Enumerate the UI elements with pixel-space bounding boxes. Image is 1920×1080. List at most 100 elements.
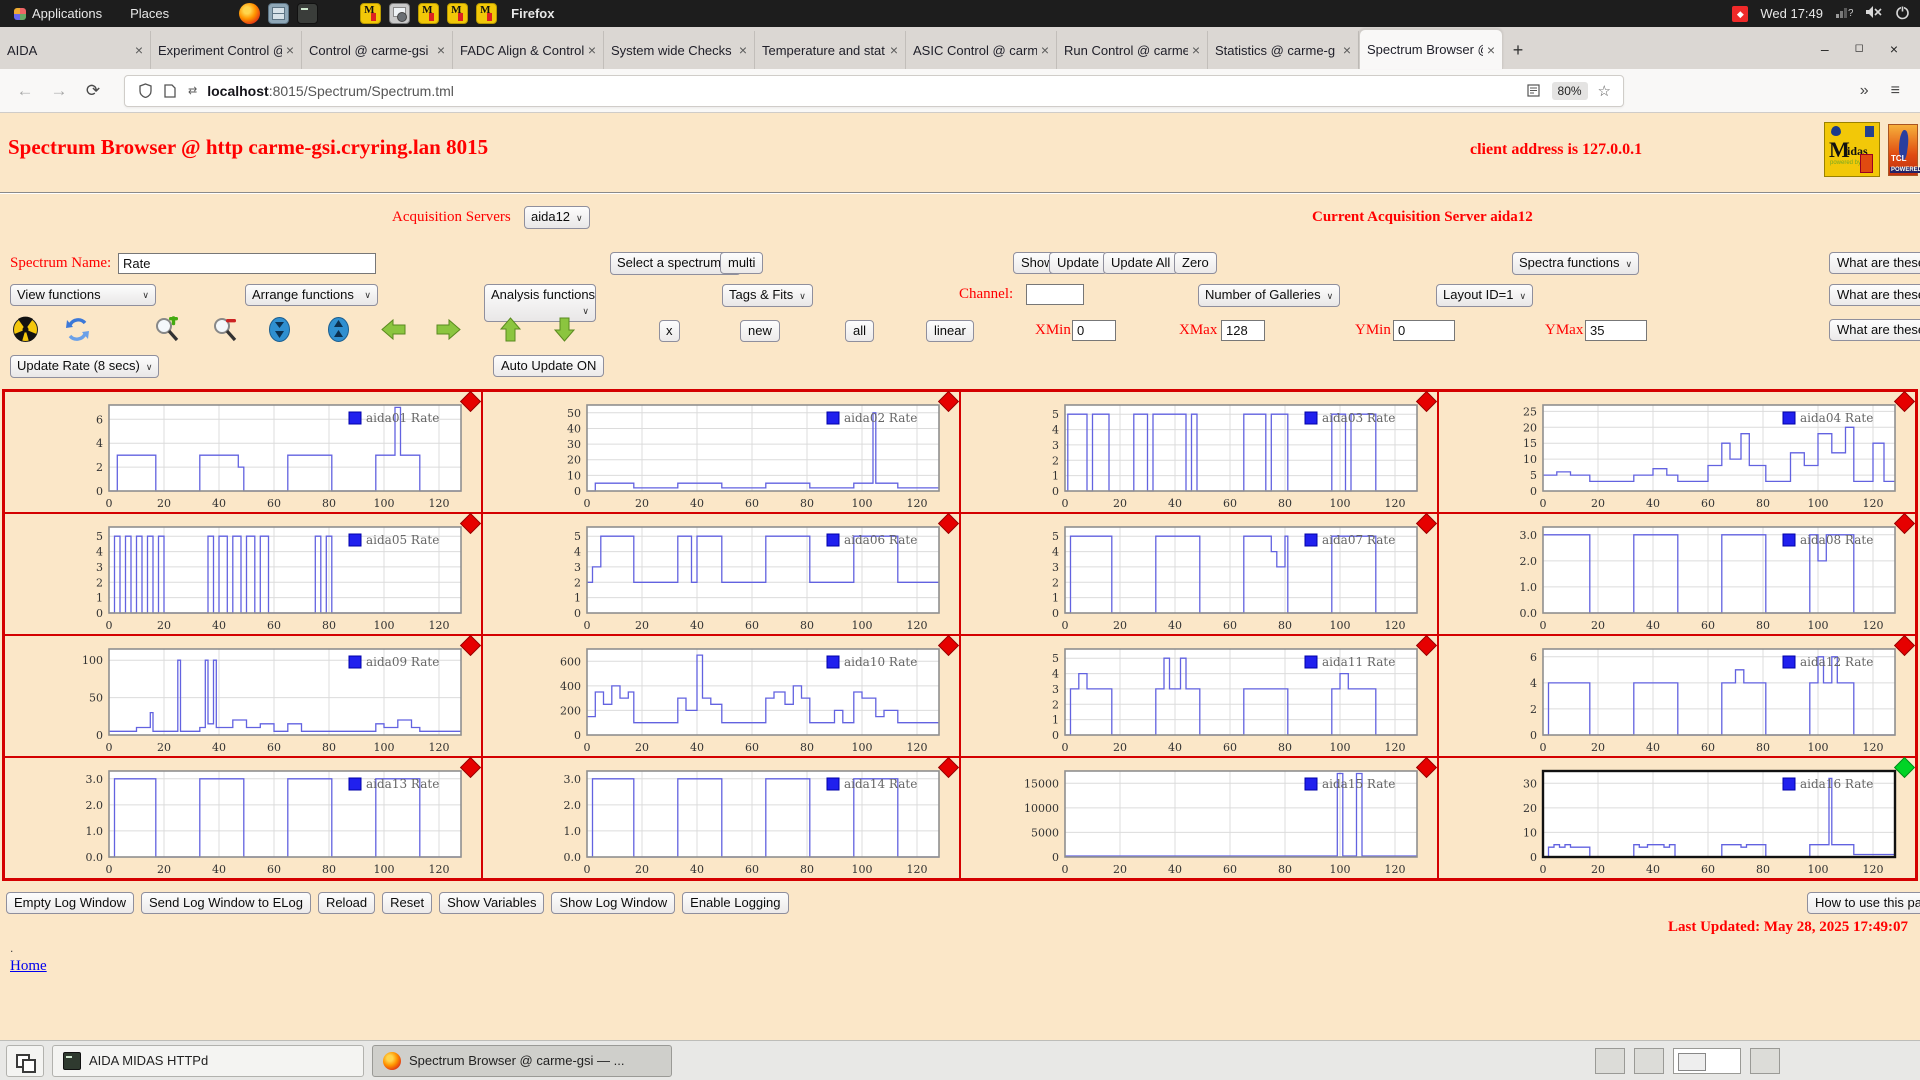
new-tab-button[interactable]: +: [1503, 40, 1533, 69]
what-are-these-button[interactable]: What are these?: [1829, 319, 1920, 341]
log-button[interactable]: Reset: [382, 892, 432, 914]
overflow-chevron-icon[interactable]: »: [1860, 82, 1869, 100]
spectrum-name-input[interactable]: [118, 253, 376, 274]
files-icon[interactable]: [268, 3, 289, 24]
home-link[interactable]: Home: [10, 958, 47, 975]
gallery-cell[interactable]: 020406080100120012345aida07 Rate: [960, 513, 1438, 635]
log-button[interactable]: Show Log Window: [551, 892, 675, 914]
browser-tab[interactable]: Statistics @ carme-g×: [1208, 31, 1359, 69]
xmin-input[interactable]: [1072, 320, 1116, 341]
firefox-icon[interactable]: [239, 3, 260, 24]
notification-icon[interactable]: ◆: [1732, 6, 1748, 22]
tab-close-icon[interactable]: ×: [1041, 42, 1049, 58]
url-text[interactable]: localhost:8015/Spectrum/Spectrum.tml: [207, 83, 1520, 99]
menu-icon[interactable]: ≡: [1891, 82, 1900, 100]
expand-y-icon[interactable]: [325, 316, 352, 343]
how-to-use-button[interactable]: How to use this page: [1807, 892, 1920, 914]
taskbar-window-spectrum-browser[interactable]: Spectrum Browser @ carme-gsi — ...: [372, 1045, 672, 1077]
volume-muted-icon[interactable]: [1865, 5, 1883, 22]
workspace-cell[interactable]: [1595, 1048, 1625, 1074]
pan-right-icon[interactable]: [435, 316, 462, 343]
x-axis-button[interactable]: x: [659, 320, 680, 342]
gallery-cell[interactable]: 0204060801001200246aida01 Rate: [4, 391, 482, 513]
gallery-cell[interactable]: 020406080100120012345aida03 Rate: [960, 391, 1438, 513]
tab-close-icon[interactable]: ×: [286, 42, 294, 58]
gallery-cell[interactable]: 020406080100120012345aida06 Rate: [482, 513, 960, 635]
network-icon[interactable]: ?: [1835, 5, 1853, 22]
address-bar[interactable]: ⇄ localhost:8015/Spectrum/Spectrum.tml 8…: [124, 75, 1624, 107]
workspace-cell[interactable]: [1750, 1048, 1780, 1074]
log-button[interactable]: Show Variables: [439, 892, 544, 914]
tcl-powered-logo[interactable]: TCLPOWERED: [1888, 124, 1918, 176]
log-button[interactable]: Send Log Window to ELog: [141, 892, 311, 914]
clock[interactable]: Wed 17:49: [1760, 6, 1823, 21]
power-icon[interactable]: [1895, 5, 1910, 23]
applications-menu[interactable]: Applications: [0, 6, 116, 21]
zoom-level-badge[interactable]: 80%: [1552, 82, 1588, 100]
midas-icon[interactable]: [476, 3, 497, 24]
shield-icon[interactable]: [139, 83, 152, 98]
auto-update-button[interactable]: Auto Update ON: [493, 355, 604, 377]
window-close-button[interactable]: ×: [1890, 41, 1898, 57]
midas-icon[interactable]: [447, 3, 468, 24]
pan-up-icon[interactable]: [497, 316, 524, 343]
view-functions-dropdown[interactable]: View functions∨: [10, 284, 156, 306]
multi-button[interactable]: multi: [720, 252, 763, 274]
gallery-cell[interactable]: 0204060801001200246aida12 Rate: [1438, 635, 1916, 757]
midas-icon[interactable]: [418, 3, 439, 24]
forward-button[interactable]: →: [42, 81, 76, 101]
gallery-cell[interactable]: 0204060801001200.01.02.03.0aida14 Rate: [482, 757, 960, 879]
browser-tab[interactable]: FADC Align & Control×: [453, 31, 604, 69]
ymin-input[interactable]: [1393, 320, 1455, 341]
workspace-cell[interactable]: [1634, 1048, 1664, 1074]
update-rate-dropdown[interactable]: Update Rate (8 secs)∨: [10, 355, 159, 378]
midas-icon[interactable]: [360, 3, 381, 24]
collapse-y-icon[interactable]: [266, 316, 293, 343]
pan-down-icon[interactable]: [551, 316, 578, 343]
channel-input[interactable]: [1026, 284, 1084, 305]
tab-close-icon[interactable]: ×: [739, 42, 747, 58]
tab-close-icon[interactable]: ×: [1192, 42, 1200, 58]
tab-close-icon[interactable]: ×: [588, 42, 596, 58]
reload-button[interactable]: ⟳: [76, 81, 110, 101]
browser-tab[interactable]: Run Control @ carme×: [1057, 31, 1208, 69]
all-button[interactable]: all: [845, 320, 874, 342]
what-are-these-button[interactable]: What are these?: [1829, 252, 1920, 274]
window-list-icon[interactable]: [6, 1045, 44, 1077]
gallery-cell[interactable]: 0204060801001200.01.02.03.0aida08 Rate: [1438, 513, 1916, 635]
what-are-these-button[interactable]: What are these?: [1829, 284, 1920, 306]
new-button[interactable]: new: [740, 320, 780, 342]
window-minimize-button[interactable]: –: [1821, 41, 1829, 57]
tab-close-icon[interactable]: ×: [1343, 42, 1351, 58]
arrange-functions-dropdown[interactable]: Arrange functions∨: [245, 284, 378, 306]
reader-mode-icon[interactable]: [1527, 84, 1540, 97]
gallery-cell[interactable]: 020406080100120050001000015000aida15 Rat…: [960, 757, 1438, 879]
gallery-cell[interactable]: 0204060801001200200400600aida10 Rate: [482, 635, 960, 757]
zoom-in-icon[interactable]: [153, 316, 180, 343]
screenshot-icon[interactable]: [389, 3, 410, 24]
log-button[interactable]: Reload: [318, 892, 375, 914]
browser-tab[interactable]: Experiment Control @×: [151, 31, 302, 69]
workspace-cell-active[interactable]: [1673, 1048, 1741, 1074]
tab-close-icon[interactable]: ×: [890, 42, 898, 58]
log-button[interactable]: Enable Logging: [682, 892, 788, 914]
page-icon[interactable]: [164, 84, 176, 98]
back-button[interactable]: ←: [8, 81, 42, 101]
xmax-input[interactable]: [1221, 320, 1265, 341]
gallery-cell[interactable]: 0204060801001200.01.02.03.0aida13 Rate: [4, 757, 482, 879]
layout-id-dropdown[interactable]: Layout ID=1∨: [1436, 284, 1533, 307]
browser-tab[interactable]: AIDA×: [0, 31, 151, 69]
browser-tab[interactable]: Spectrum Browser @×: [1359, 29, 1503, 69]
places-menu[interactable]: Places: [116, 6, 183, 21]
gallery-cell[interactable]: 020406080100120012345aida05 Rate: [4, 513, 482, 635]
browser-tab[interactable]: Control @ carme-gsi×: [302, 31, 453, 69]
terminal-icon[interactable]: [297, 3, 318, 24]
permissions-icon[interactable]: ⇄: [188, 84, 197, 97]
tab-close-icon[interactable]: ×: [1487, 42, 1495, 58]
acquisition-server-select[interactable]: aida12∨: [524, 206, 590, 229]
tab-close-icon[interactable]: ×: [437, 42, 445, 58]
refresh-icon[interactable]: [64, 316, 91, 343]
pan-left-icon[interactable]: [380, 316, 407, 343]
number-of-galleries-dropdown[interactable]: Number of Galleries∨: [1198, 284, 1340, 307]
gallery-cell[interactable]: 02040608010012001020304050aida02 Rate: [482, 391, 960, 513]
